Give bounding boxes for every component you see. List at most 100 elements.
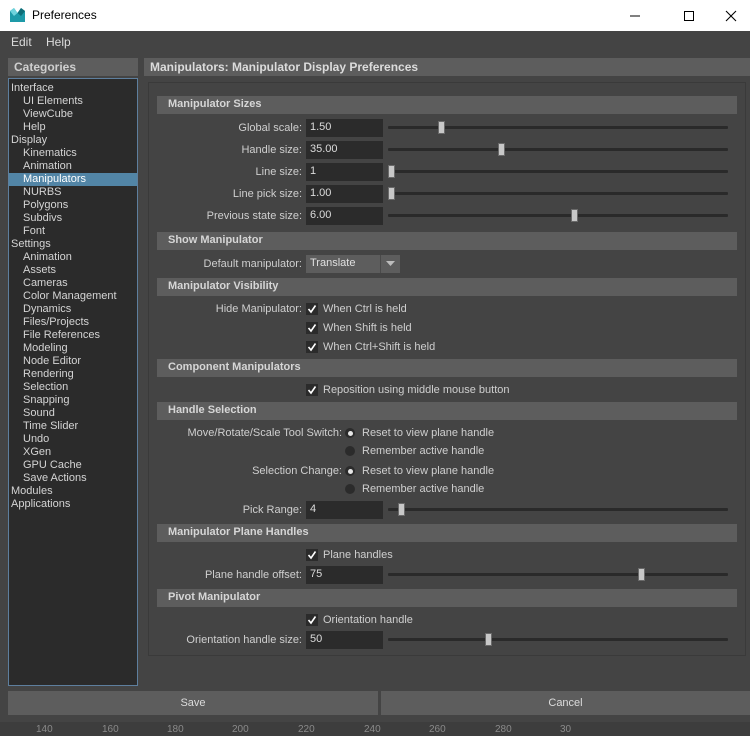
category-item[interactable]: Polygons	[9, 199, 137, 212]
line-size-slider-handle[interactable]	[388, 165, 395, 178]
previous-state-size-slider[interactable]	[388, 214, 728, 217]
orientation-handle-checkbox[interactable]	[306, 614, 318, 626]
previous-state-size-field[interactable]: 6.00	[306, 207, 383, 225]
selection-change-reset-radio[interactable]	[345, 466, 355, 476]
pick-range-field[interactable]: 4	[306, 501, 383, 519]
line-size-field[interactable]: 1	[306, 163, 383, 181]
previous-state-size-slider-handle[interactable]	[571, 209, 578, 222]
default-manipulator-label: Default manipulator:	[203, 258, 302, 270]
category-item[interactable]: Snapping	[9, 394, 137, 407]
line-pick-size-slider[interactable]	[388, 192, 728, 195]
cancel-button[interactable]: Cancel	[381, 691, 750, 715]
category-item[interactable]: Manipulators	[9, 173, 137, 186]
category-item[interactable]: NURBS	[9, 186, 137, 199]
maximize-button[interactable]	[666, 0, 712, 31]
orientation-handle-size-field[interactable]: 50	[306, 631, 383, 649]
handle-size-field[interactable]: 35.00	[306, 141, 383, 159]
category-item[interactable]: Rendering	[9, 368, 137, 381]
when-ctrl-checkbox[interactable]	[306, 303, 318, 315]
category-item[interactable]: Node Editor	[9, 355, 137, 368]
category-item[interactable]: Assets	[9, 264, 137, 277]
category-item[interactable]: Time Slider	[9, 420, 137, 433]
category-item[interactable]: Subdivs	[9, 212, 137, 225]
tool-switch-remember-radio[interactable]	[345, 446, 355, 456]
minimize-button[interactable]	[612, 0, 658, 31]
section-manipulator-sizes[interactable]: Manipulator Sizes	[157, 96, 737, 114]
handle-size-slider-handle[interactable]	[498, 143, 505, 156]
category-item[interactable]: Interface	[9, 82, 137, 95]
selection-change-remember-radio[interactable]	[345, 484, 355, 494]
radio-dot-icon	[347, 430, 353, 436]
when-ctrl-shift-checkbox[interactable]	[306, 341, 318, 353]
category-item[interactable]: Cameras	[9, 277, 137, 290]
category-item[interactable]: Files/Projects	[9, 316, 137, 329]
chevron-down-icon	[380, 255, 400, 273]
orientation-handle-label: Orientation handle	[323, 614, 413, 626]
menu-help[interactable]: Help	[46, 35, 71, 49]
checkmark-icon	[307, 386, 317, 395]
handle-size-slider[interactable]	[388, 148, 728, 151]
checkmark-icon	[307, 551, 317, 560]
global-scale-field[interactable]: 1.50	[306, 119, 383, 137]
line-pick-size-field[interactable]: 1.00	[306, 185, 383, 203]
menu-edit[interactable]: Edit	[11, 35, 32, 49]
pick-range-slider-handle[interactable]	[398, 503, 405, 516]
section-plane-handles[interactable]: Manipulator Plane Handles	[157, 524, 737, 542]
categories-header: Categories	[8, 58, 138, 76]
pick-range-slider[interactable]	[388, 508, 728, 511]
section-manipulator-visibility[interactable]: Manipulator Visibility	[157, 278, 737, 296]
plane-handle-offset-slider-handle[interactable]	[638, 568, 645, 581]
category-item[interactable]: Save Actions	[9, 472, 137, 485]
category-item[interactable]: Selection	[9, 381, 137, 394]
close-button[interactable]	[712, 0, 750, 31]
hide-manipulator-label: Hide Manipulator:	[215, 303, 302, 315]
title-bar: Preferences	[0, 0, 750, 31]
line-size-slider[interactable]	[388, 170, 728, 173]
category-item[interactable]: Settings	[9, 238, 137, 251]
section-pivot-manipulator[interactable]: Pivot Manipulator	[157, 589, 737, 607]
plane-handles-checkbox[interactable]	[306, 549, 318, 561]
plane-handle-offset-field[interactable]: 75	[306, 566, 383, 584]
category-item[interactable]: GPU Cache	[9, 459, 137, 472]
tool-switch-reset-radio[interactable]	[345, 428, 355, 438]
orientation-handle-size-slider-handle[interactable]	[485, 633, 492, 646]
category-item[interactable]: Modules	[9, 485, 137, 498]
category-item[interactable]: Undo	[9, 433, 137, 446]
category-item[interactable]: Modeling	[9, 342, 137, 355]
minimize-icon	[630, 15, 640, 16]
global-scale-label: Global scale:	[238, 122, 302, 134]
category-item[interactable]: Sound	[9, 407, 137, 420]
category-item[interactable]: Dynamics	[9, 303, 137, 316]
when-shift-checkbox[interactable]	[306, 322, 318, 334]
category-item[interactable]: File References	[9, 329, 137, 342]
global-scale-slider-handle[interactable]	[438, 121, 445, 134]
category-item[interactable]: Animation	[9, 251, 137, 264]
category-item[interactable]: Font	[9, 225, 137, 238]
reposition-checkbox[interactable]	[306, 384, 318, 396]
categories-list[interactable]: Interface UI Elements ViewCube Help Display K…	[8, 78, 138, 686]
panel-title: Manipulators: Manipulator Display Prefer…	[144, 58, 750, 76]
section-handle-selection[interactable]: Handle Selection	[157, 402, 737, 420]
tool-switch-reset-label: Reset to view plane handle	[362, 427, 495, 439]
category-item[interactable]: Color Management	[9, 290, 137, 303]
category-item[interactable]: ViewCube	[9, 108, 137, 121]
category-item[interactable]: Kinematics	[9, 147, 137, 160]
category-item[interactable]: Animation	[9, 160, 137, 173]
plane-handle-offset-slider[interactable]	[388, 573, 728, 576]
default-manipulator-dropdown[interactable]: Translate	[306, 255, 400, 273]
when-ctrl-shift-label: When Ctrl+Shift is held	[323, 341, 436, 353]
category-item[interactable]: UI Elements	[9, 95, 137, 108]
section-show-manipulator[interactable]: Show Manipulator	[157, 232, 737, 250]
orientation-handle-size-slider[interactable]	[388, 638, 728, 641]
maya-app-icon	[10, 8, 25, 22]
tool-switch-remember-label: Remember active handle	[362, 445, 485, 457]
category-item[interactable]: XGen	[9, 446, 137, 459]
section-component-manipulators[interactable]: Component Manipulators	[157, 359, 737, 377]
previous-state-size-label: Previous state size:	[206, 210, 302, 222]
category-item[interactable]: Applications	[9, 498, 137, 511]
category-item[interactable]: Display	[9, 134, 137, 147]
save-button[interactable]: Save	[8, 691, 378, 715]
plane-handles-label: Plane handles	[323, 549, 393, 561]
category-item[interactable]: Help	[9, 121, 137, 134]
line-pick-size-slider-handle[interactable]	[388, 187, 395, 200]
